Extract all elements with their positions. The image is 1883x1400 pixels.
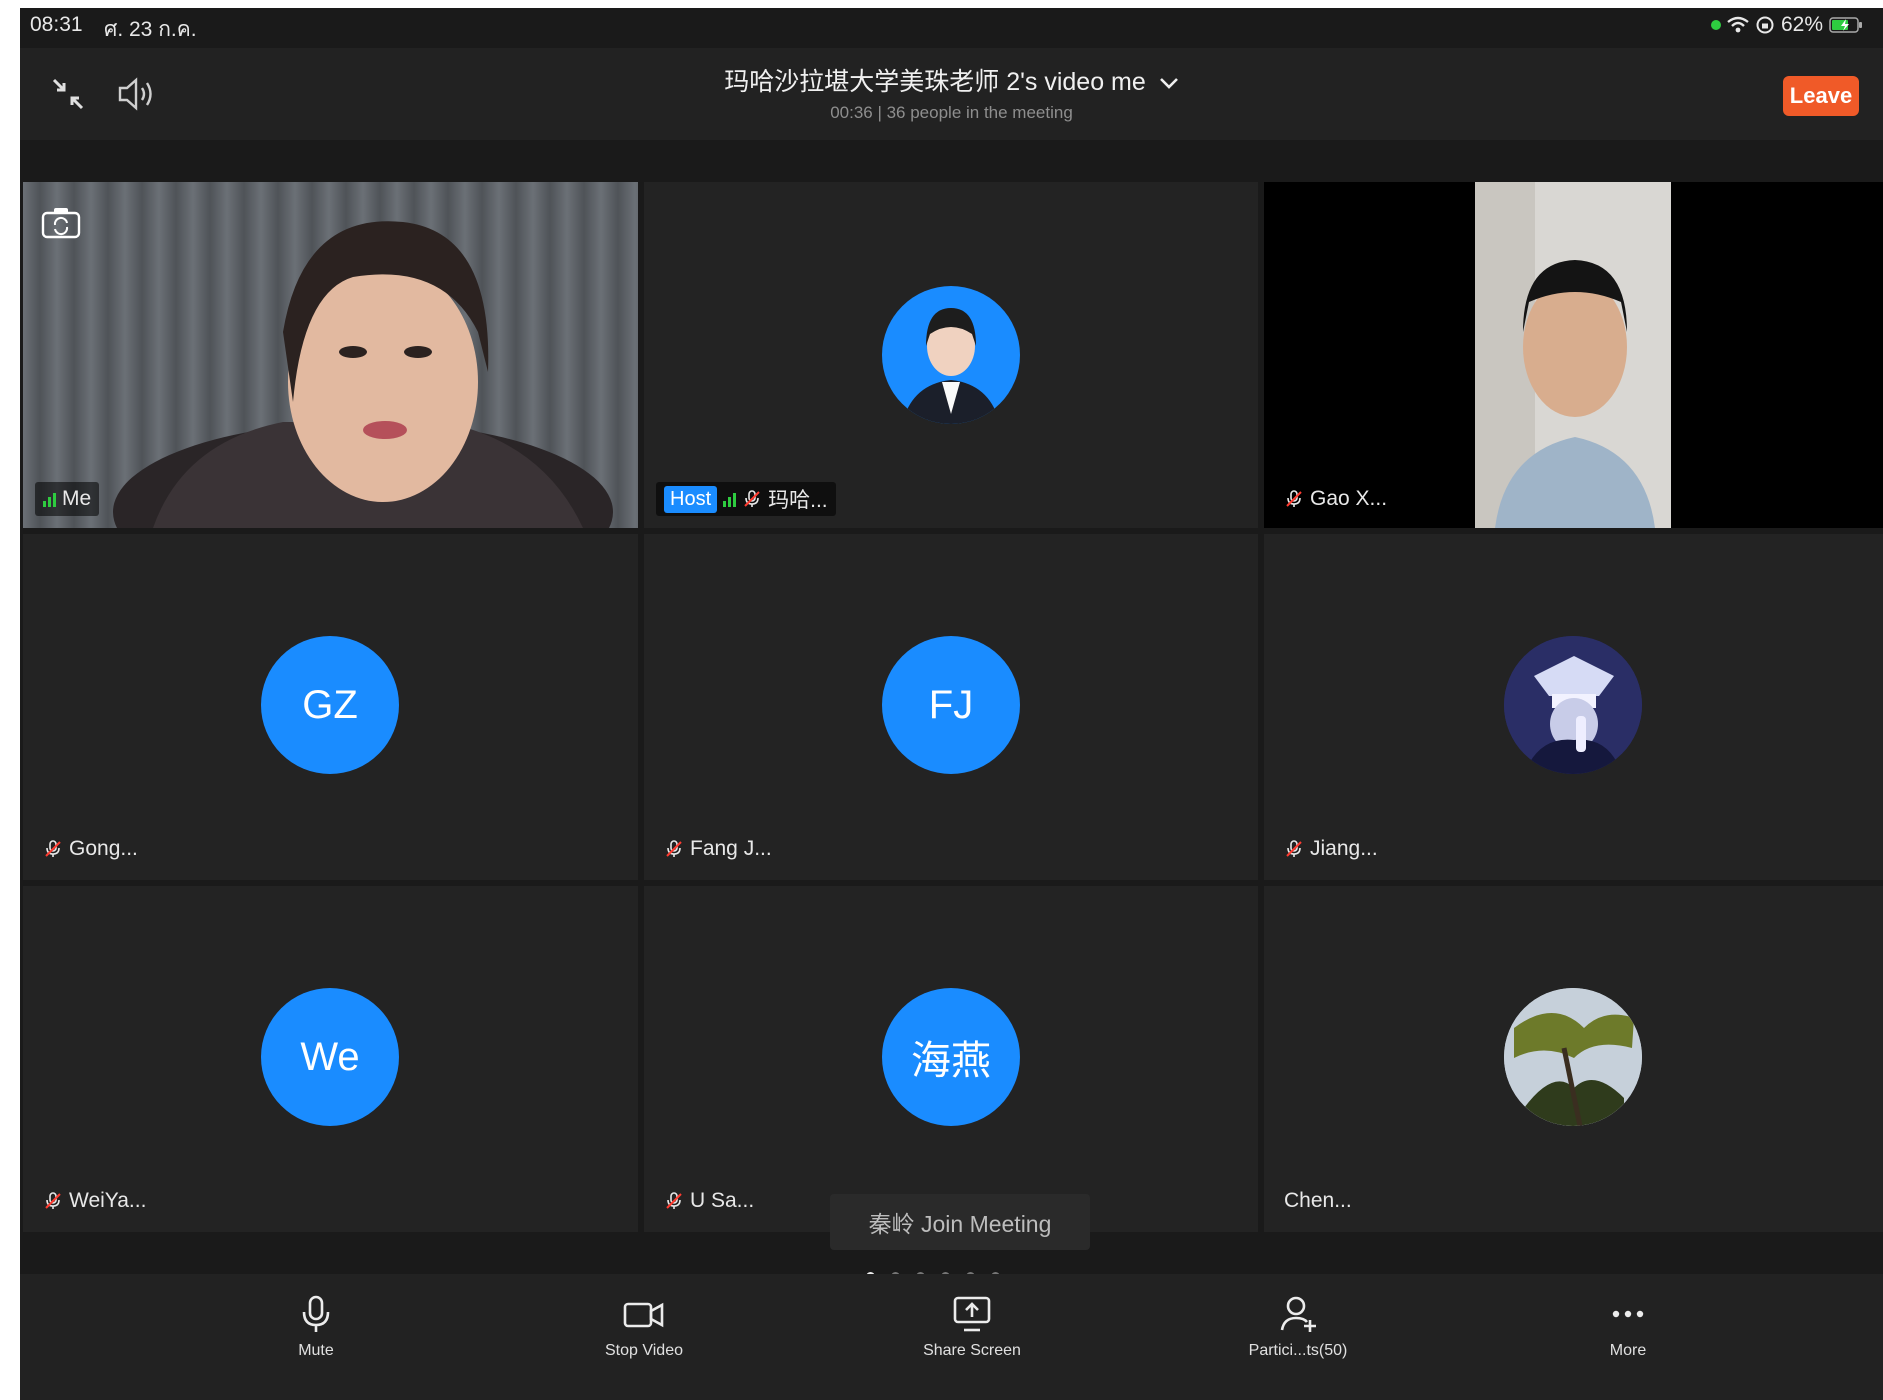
initials-avatar: 海燕	[882, 988, 1020, 1126]
participant-name-tag: Gao X...	[1276, 482, 1396, 516]
microphone-icon	[302, 1295, 330, 1332]
participant-video	[1475, 182, 1671, 528]
video-gallery: Me Host 玛哈... Gao X... GZ Gong... FJ Fan…	[20, 182, 1883, 1234]
meeting-subtitle: 00:36 | 36 people in the meeting	[830, 103, 1073, 122]
meeting-title[interactable]: 玛哈沙拉堪大学美珠老师 2's video me	[20, 62, 1883, 98]
mic-muted-icon	[666, 840, 682, 857]
mic-muted-icon	[666, 1192, 682, 1209]
signal-strength-icon	[43, 491, 56, 507]
mute-label: Mute	[298, 1342, 334, 1359]
mute-button[interactable]: Mute	[236, 1294, 396, 1360]
participant-tile-weiya[interactable]: We WeiYa...	[23, 886, 638, 1232]
initials-avatar: GZ	[261, 636, 399, 774]
meeting-toolbar: Mute Stop Video Share Screen Partici...t…	[20, 1274, 1883, 1400]
participant-name-tag: Host 玛哈...	[656, 482, 836, 516]
battery-charging-icon	[1829, 17, 1862, 33]
status-time: 08:31	[30, 13, 83, 36]
video-camera-icon	[623, 1302, 664, 1328]
rotation-lock-icon	[1756, 16, 1774, 34]
participant-photo-avatar	[882, 286, 1020, 424]
participant-name: Jiang...	[1310, 837, 1378, 860]
participants-button[interactable]: Partici...ts(50)	[1218, 1294, 1378, 1360]
participant-tile-me[interactable]: Me	[23, 182, 638, 528]
participant-tile-usa[interactable]: 海燕 U Sa...	[644, 886, 1258, 1232]
initials-avatar: We	[261, 988, 399, 1126]
mic-muted-icon	[744, 490, 760, 507]
participants-label: Partici...ts(50)	[1248, 1342, 1348, 1359]
participant-name: WeiYa...	[69, 1189, 147, 1212]
participant-photo-avatar	[1504, 636, 1642, 774]
status-date: ศ. 23 ก.ค.	[104, 18, 197, 41]
more-dots-icon	[1612, 1310, 1644, 1318]
signal-strength-icon	[723, 491, 737, 507]
more-button[interactable]: More	[1548, 1294, 1708, 1360]
mic-muted-icon	[1286, 490, 1302, 507]
zoom-meeting-screen: 08:31 ศ. 23 ก.ค. 62% 玛哈沙拉堪大学美珠老师 2's vid…	[20, 8, 1883, 1400]
status-bar: 08:31 ศ. 23 ก.ค. 62%	[20, 8, 1883, 48]
participant-name: 玛哈...	[768, 489, 828, 512]
stop-video-button[interactable]: Stop Video	[564, 1294, 724, 1360]
meeting-header: 玛哈沙拉堪大学美珠老师 2's video me 00:36 | 36 peop…	[20, 48, 1883, 140]
participant-name-tag: Jiang...	[1276, 832, 1386, 866]
participant-tile-gao[interactable]: Gao X...	[1264, 182, 1883, 528]
participant-name-tag: Chen...	[1276, 1184, 1360, 1218]
initials-avatar: FJ	[882, 636, 1020, 774]
mic-muted-icon	[45, 1192, 61, 1209]
participant-tile-fang[interactable]: FJ Fang J...	[644, 534, 1258, 880]
mic-muted-icon	[1286, 840, 1302, 857]
participant-name-tag: Me	[35, 482, 100, 516]
participant-tile-jiang[interactable]: Jiang...	[1264, 534, 1883, 880]
meeting-title-text: 玛哈沙拉堪大学美珠老师 2's video me	[724, 68, 1146, 96]
self-video	[23, 182, 638, 528]
participant-name: Chen...	[1284, 1189, 1352, 1212]
stop-video-label: Stop Video	[605, 1342, 683, 1359]
participant-name-tag: U Sa...	[656, 1184, 762, 1218]
share-screen-icon	[953, 1296, 991, 1332]
participant-name: Me	[62, 487, 92, 510]
participant-name-tag: Fang J...	[656, 832, 780, 866]
leave-button[interactable]: Leave	[1783, 76, 1859, 116]
more-label: More	[1609, 1342, 1647, 1359]
camera-in-use-icon	[1710, 20, 1721, 30]
battery-percent: 62%	[1780, 13, 1823, 36]
chevron-down-icon	[1159, 78, 1178, 89]
participant-tile-chen[interactable]: Chen...	[1264, 886, 1883, 1232]
host-badge: Host	[664, 485, 718, 513]
mic-muted-icon	[45, 840, 61, 857]
participant-name: Fang J...	[690, 837, 772, 860]
participant-name-tag: WeiYa...	[35, 1184, 154, 1218]
participant-tile-host[interactable]: Host 玛哈...	[644, 182, 1258, 528]
participant-tile-gong[interactable]: GZ Gong...	[23, 534, 638, 880]
join-notification-toast: 秦岭 Join Meeting	[830, 1194, 1090, 1250]
participant-name: Gong...	[69, 837, 138, 860]
participant-photo-avatar	[1504, 988, 1642, 1126]
status-indicators: 62%	[1710, 13, 1863, 37]
wifi-icon	[1727, 16, 1749, 33]
switch-camera-icon[interactable]	[41, 206, 81, 240]
participant-name-tag: Gong...	[35, 832, 146, 866]
participant-name: Gao X...	[1310, 487, 1388, 510]
participant-name: U Sa...	[690, 1189, 755, 1212]
share-screen-button[interactable]: Share Screen	[892, 1294, 1052, 1360]
share-screen-label: Share Screen	[923, 1342, 1021, 1359]
add-participant-icon	[1280, 1296, 1316, 1332]
